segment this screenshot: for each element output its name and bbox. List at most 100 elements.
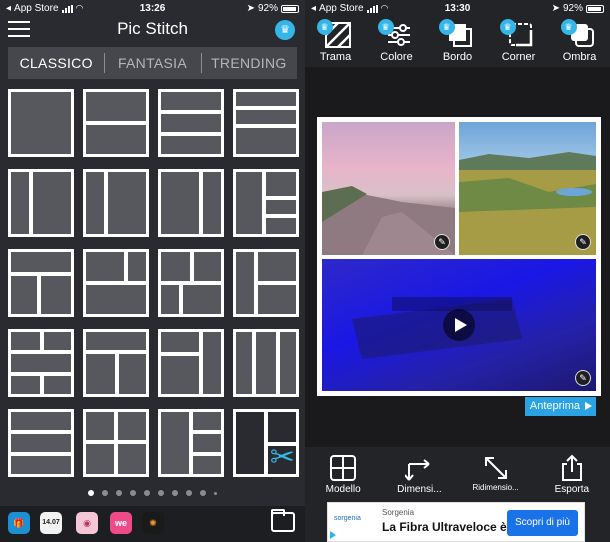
battery-percent: 92%: [257, 3, 278, 14]
battery-icon: [586, 4, 604, 13]
pager-dot[interactable]: [158, 490, 164, 496]
photo-slot-video[interactable]: ✎: [322, 259, 596, 391]
layout-thumbnail-14[interactable]: [83, 329, 149, 397]
layout-template-icon: [330, 455, 357, 481]
corner-button[interactable]: ♛ Corner: [488, 17, 549, 67]
layout-pane: [86, 285, 146, 314]
ombra-button[interactable]: ♛ Ombra: [549, 17, 610, 67]
trama-button[interactable]: ♛ Trama: [305, 17, 366, 67]
pager-dot[interactable]: [102, 490, 108, 496]
layout-pane: [11, 354, 71, 372]
layout-pane: [86, 412, 114, 440]
folder-icon[interactable]: [271, 509, 295, 532]
layout-pane: [33, 172, 71, 234]
camera-app-icon[interactable]: ◉: [76, 512, 98, 534]
layout-pane: [11, 434, 71, 452]
bottom-app-bar: 🎁 14.07 ◉ we ✺: [0, 506, 305, 542]
layout-thumbnail-4[interactable]: [233, 89, 299, 157]
edit-pencil-icon[interactable]: ✎: [575, 234, 591, 250]
pager-dot[interactable]: [144, 490, 150, 496]
layout-thumbnail-10[interactable]: [83, 249, 149, 317]
layout-thumbnail-5[interactable]: [8, 169, 74, 237]
layout-thumbnail-1[interactable]: [8, 89, 74, 157]
premium-crown-icon[interactable]: ♛: [275, 20, 295, 40]
ad-choices-icon[interactable]: [330, 531, 336, 539]
photo-slot-beach[interactable]: ✎: [322, 122, 455, 255]
layout-pane: [256, 332, 276, 394]
pager-dot[interactable]: [130, 490, 136, 496]
colore-button[interactable]: ♛ Colore: [366, 17, 427, 67]
layout-pane: [203, 332, 221, 394]
preview-button[interactable]: Anteprima: [524, 397, 596, 416]
layout-pane: [161, 412, 189, 474]
ad-banner[interactable]: sorgenia Sorgenia La Fibra Ultraveloce è…: [327, 502, 585, 542]
tab-fantasia[interactable]: FANTASIA: [104, 47, 200, 79]
status-battery: ➤ 92%: [552, 3, 604, 14]
pager-dot[interactable]: [116, 490, 122, 496]
layout-thumbnail-19[interactable]: [158, 409, 224, 477]
calendar-app-icon[interactable]: 14.07: [40, 512, 62, 534]
layout-pane: [161, 114, 221, 132]
layout-pane: [193, 412, 221, 430]
layout-thumbnail-13[interactable]: [8, 329, 74, 397]
layout-pane: [161, 92, 221, 110]
page-indicator[interactable]: [0, 490, 305, 496]
layout-pane: [11, 332, 40, 350]
layout-pane: [86, 252, 124, 281]
layout-thumbnail-11[interactable]: [158, 249, 224, 317]
dimensioni-button[interactable]: Dimensi...: [381, 447, 457, 502]
pager-dot[interactable]: [172, 490, 178, 496]
layout-pane: [128, 252, 146, 281]
tool-label: Trama: [319, 51, 352, 63]
photo-stitch-gift-icon[interactable]: 🎁: [8, 512, 30, 534]
esporta-button[interactable]: Esporta: [534, 447, 610, 502]
play-video-icon[interactable]: [443, 309, 475, 341]
tab-trending[interactable]: TRENDING: [200, 47, 297, 79]
pager-dot[interactable]: [214, 492, 217, 495]
edit-pencil-icon[interactable]: ✎: [434, 234, 450, 250]
layout-thumbnail-15[interactable]: [158, 329, 224, 397]
layout-pane: [161, 356, 199, 394]
layout-thumbnail-16[interactable]: [233, 329, 299, 397]
we-heart-it-app-icon[interactable]: we: [110, 512, 132, 534]
layout-thumbnail-18[interactable]: [83, 409, 149, 477]
modello-button[interactable]: Modello: [305, 447, 381, 502]
layout-pane: [86, 172, 104, 234]
layout-thumbnail-12[interactable]: [233, 249, 299, 317]
fireworks-app-icon[interactable]: ✺: [142, 512, 164, 534]
layout-thumbnail-2[interactable]: [83, 89, 149, 157]
layout-thumbnail-6[interactable]: [83, 169, 149, 237]
layout-pane: [11, 172, 29, 234]
layout-thumbnail-3[interactable]: [158, 89, 224, 157]
ad-cta-button[interactable]: Scopri di più: [506, 510, 578, 536]
pager-dot[interactable]: [88, 490, 94, 496]
expand-diagonal-icon: [484, 457, 507, 479]
layout-thumbnail-7[interactable]: [158, 169, 224, 237]
photo-slot-meadow[interactable]: ✎: [459, 122, 596, 255]
tool-label: Dimensi...: [397, 484, 442, 495]
template-picker-screen: ◂ App Store ◠ 13:26 ➤ 92% Pic Stitch ♛ C…: [0, 0, 305, 542]
share-export-icon: [561, 454, 582, 481]
tool-label: Colore: [380, 51, 413, 63]
edit-pencil-icon[interactable]: ✎: [575, 370, 591, 386]
layout-thumbnail-9[interactable]: [8, 249, 74, 317]
tab-classico[interactable]: CLASSICO: [8, 47, 104, 79]
layout-pane: [44, 376, 71, 394]
pager-dot[interactable]: [186, 490, 192, 496]
layout-thumbnail-20[interactable]: ✂: [233, 409, 299, 477]
layout-pane: [11, 412, 71, 430]
layout-pane: [11, 456, 71, 474]
layout-pane: [118, 444, 146, 474]
layout-pane: [236, 332, 252, 394]
status-bar: ◂ App Store ◠ 13:26 ➤ 92%: [0, 0, 305, 17]
layout-thumbnail-8[interactable]: [233, 169, 299, 237]
layout-pane: [266, 172, 296, 196]
collage-canvas: ✎ ✎ ✎ Anteprima: [305, 67, 610, 447]
layout-pane: [236, 110, 296, 124]
bordo-button[interactable]: ♛ Bordo: [427, 17, 488, 67]
ridimensiona-button[interactable]: Ridimensio...: [458, 447, 534, 502]
layout-pane: [280, 332, 296, 394]
layout-thumbnail-17[interactable]: [8, 409, 74, 477]
pager-dot[interactable]: [200, 490, 206, 496]
layout-pane: [11, 276, 37, 314]
